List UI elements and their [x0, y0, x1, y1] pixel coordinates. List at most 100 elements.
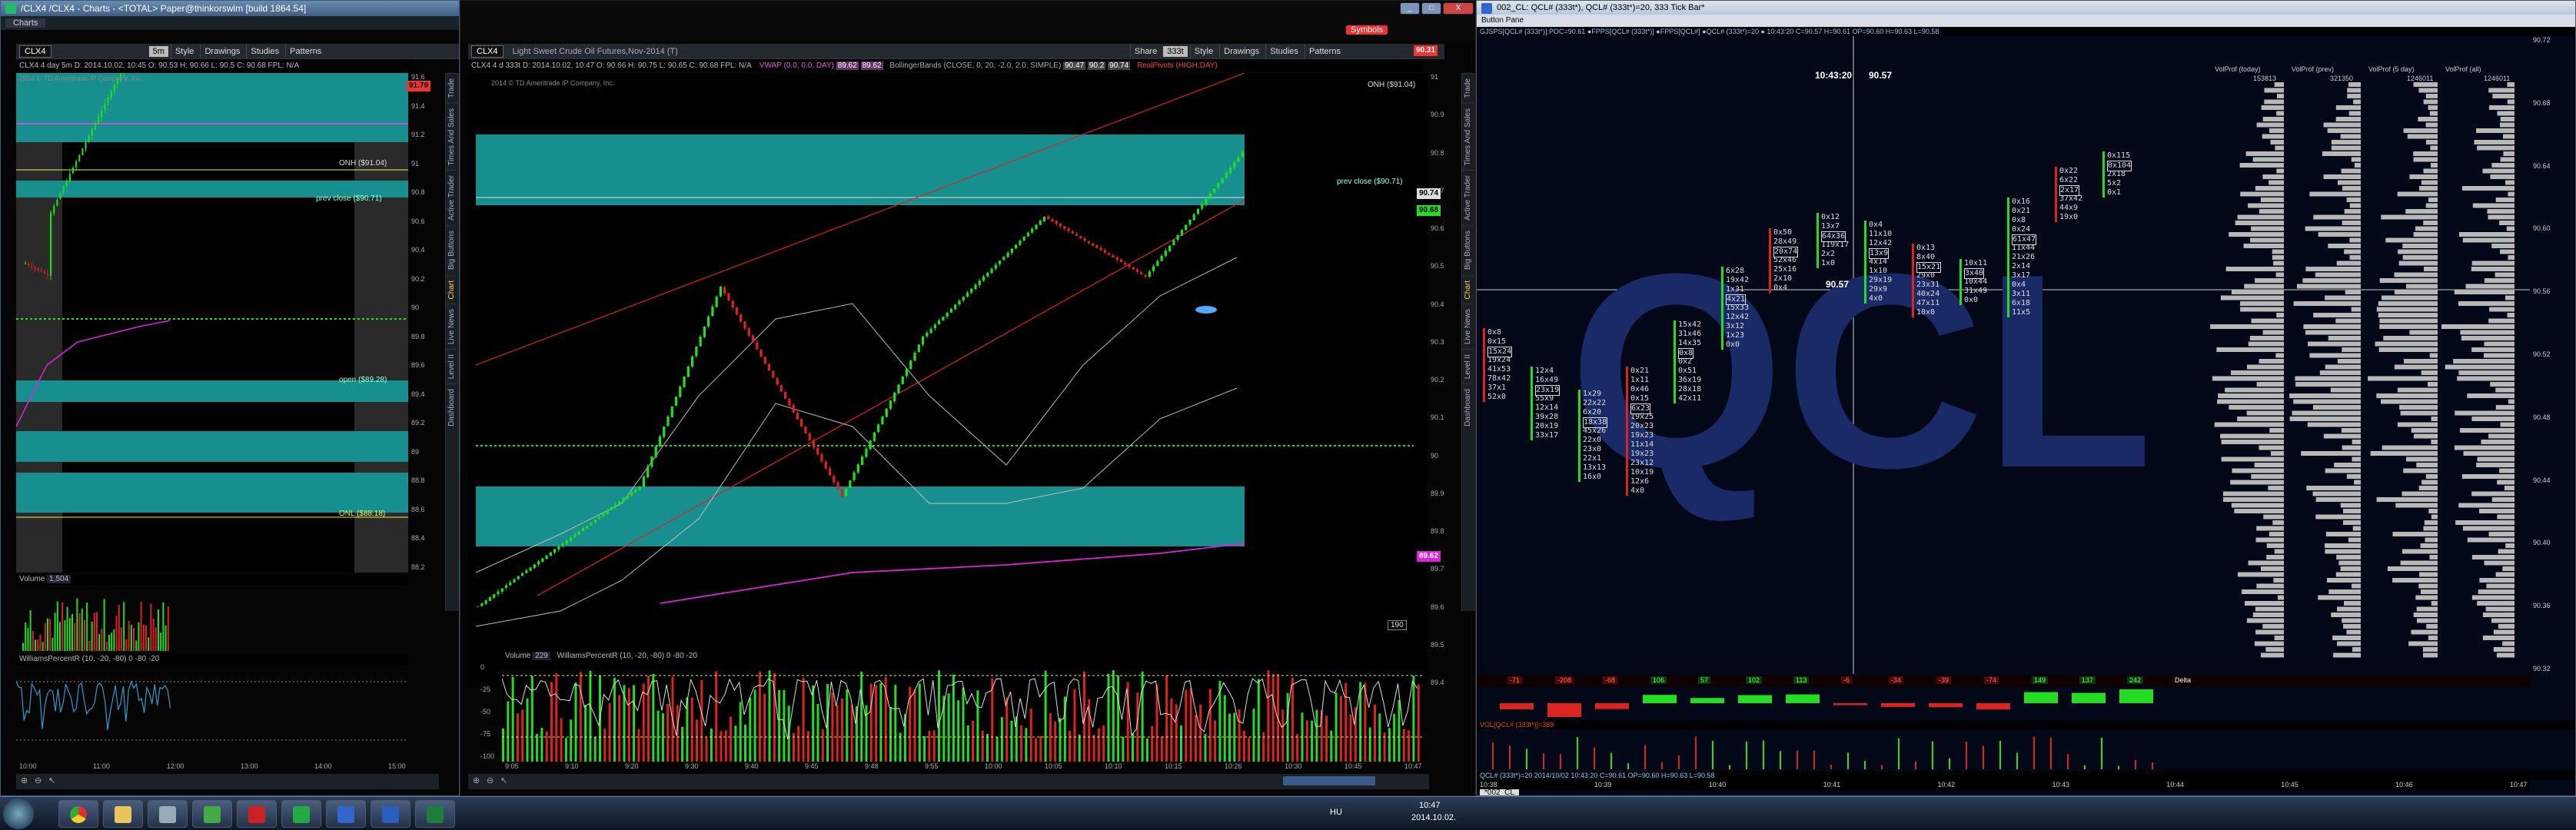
taskbar-app4[interactable]: [192, 800, 232, 828]
left-volume-bar: [108, 634, 110, 651]
left-tabbar: Charts: [1, 16, 459, 30]
ladder-cell: 119x17: [1821, 241, 1850, 249]
left-patterns-button[interactable]: Patterns: [285, 44, 325, 58]
volprof-bar-2: [2426, 624, 2438, 629]
vtab-live-news[interactable]: Live News: [446, 303, 457, 350]
cursor-icon[interactable]: ↖: [48, 775, 55, 785]
mid-volume-bar: [995, 736, 999, 762]
clock-date[interactable]: 2014.10.02.: [1411, 813, 1456, 822]
mid-vtab-dashboard[interactable]: Dashboard: [1462, 383, 1474, 432]
mid-patterns-button[interactable]: Patterns: [1304, 44, 1345, 58]
volprof-bar-2: [2428, 636, 2438, 640]
left-studies-button[interactable]: Studies: [246, 44, 283, 58]
mid-time-axis[interactable]: 9:05 9:10 9:20 9:30 9:40 9:45 9:48 9:55 10:00 10:…: [502, 762, 1424, 772]
taskbar-chrome[interactable]: [58, 800, 98, 828]
volprof-bar-2: [2431, 163, 2438, 168]
left-window-titlebar[interactable]: /CLX4 /CLX4 - Charts - <TOTAL> Paper@thi…: [1, 1, 459, 16]
minimize-button[interactable]: _: [1400, 2, 1420, 15]
mid-studies-button[interactable]: Studies: [1265, 44, 1302, 58]
zoom-in-icon[interactable]: ⊕: [21, 775, 28, 785]
fp-x-tick: 10:47: [2510, 781, 2528, 788]
vtab-trade[interactable]: Trade: [446, 73, 457, 103]
volprof-bar-3: [2445, 364, 2515, 370]
volprof-bar-2: [2431, 514, 2438, 520]
clock-time[interactable]: 10:47: [1419, 801, 1441, 810]
ladder-cell: 11x5: [2012, 308, 2031, 317]
left-drawings-button[interactable]: Drawings: [200, 44, 244, 58]
taskbar-app5[interactable]: [237, 800, 277, 828]
volprof-bar-0: [2256, 382, 2284, 387]
button-pane-menu[interactable]: Button Pane: [1481, 16, 1524, 25]
vtab-level2[interactable]: Level II: [446, 349, 457, 384]
left-symbol-box[interactable]: CLX4: [19, 45, 52, 58]
vtab-chart[interactable]: Chart: [446, 274, 457, 304]
symbols-button[interactable]: Symbols: [1346, 25, 1388, 35]
vtab-active-trader[interactable]: Active Trader: [446, 170, 457, 226]
footprint-titlebar[interactable]: 002_CL: QCL# (333t*), QCL# (333t*)=20, 3…: [1477, 1, 2575, 15]
zoom-out-icon[interactable]: ⊖: [35, 775, 42, 785]
taskbar-explorer[interactable]: [103, 800, 143, 828]
volprof-bar-1: [2349, 203, 2361, 208]
mid-candle: [808, 433, 811, 441]
close-button[interactable]: X: [1443, 2, 1474, 15]
left-price-axis[interactable]: 91.6 91.4 91.2 91 90.8 90.6 90.4 90.2 90 89.8 89.6…: [408, 73, 439, 573]
vtab-dashboard[interactable]: Dashboard: [446, 383, 457, 432]
mid-vtab-active-trader[interactable]: Active Trader: [1462, 170, 1474, 226]
tab-charts[interactable]: Charts: [5, 18, 46, 28]
taskbar-thinkorswim[interactable]: [281, 800, 321, 828]
mid-share-button[interactable]: Share: [1129, 44, 1161, 58]
taskbar-excel[interactable]: [415, 800, 455, 828]
volprof-bar-1: [2318, 595, 2361, 600]
vtab-big-buttons[interactable]: Big Buttons: [446, 225, 457, 275]
mid-vtab-trade[interactable]: Trade: [1462, 73, 1474, 103]
ladder-column-bar: [1531, 367, 1533, 440]
mid-drawings-button[interactable]: Drawings: [1219, 44, 1263, 58]
mid-symbol-box[interactable]: CLX4: [471, 45, 504, 58]
mid-candle: [493, 594, 496, 598]
volprof-bar-0: [2277, 595, 2284, 600]
mid-style-button[interactable]: Style: [1189, 44, 1217, 58]
mid-vtab-level2[interactable]: Level II: [1462, 349, 1474, 384]
mid-price-chart[interactable]: [468, 73, 1428, 688]
mid-cursor-icon[interactable]: ↖: [500, 775, 507, 785]
left-price-chart[interactable]: [16, 73, 408, 573]
footprint-price-axis[interactable]: 90.72 90.68 90.64 90.60 90.56 90.52 90.48 90.44…: [2530, 36, 2574, 674]
taskbar-word[interactable]: [371, 800, 410, 828]
language-indicator[interactable]: HU: [1330, 808, 1342, 817]
mid-candle: [1075, 234, 1079, 236]
mid-williams-val1: -80: [673, 652, 684, 660]
mid-interval-button[interactable]: 333t: [1163, 46, 1188, 57]
mid-scrollbar[interactable]: [1283, 776, 1375, 785]
mid-vtab-live-news[interactable]: Live News: [1462, 303, 1474, 350]
maximize-button[interactable]: □: [1421, 2, 1441, 15]
taskbar-calculator[interactable]: [148, 800, 188, 828]
left-y-tick: 91.4: [411, 101, 425, 110]
delta-value: -74: [1984, 676, 1999, 684]
mid-candle: [833, 476, 836, 483]
left-interval-button[interactable]: 5m: [148, 46, 168, 57]
vtab-times-sales[interactable]: Times And Sales: [446, 102, 457, 171]
mid-vtab-times-sales[interactable]: Times And Sales: [1462, 102, 1474, 171]
start-button[interactable]: [3, 798, 34, 829]
footprint-app-icon: [1481, 3, 1492, 14]
footprint-tab[interactable]: *002_CL: [1480, 789, 1519, 795]
mid-zoom-out-icon[interactable]: ⊖: [487, 775, 494, 785]
mid-volume-bar: [1325, 715, 1328, 762]
volprof-bar-0: [2239, 163, 2284, 168]
volprof-bar-2: [2394, 272, 2438, 277]
mid-vtab-chart[interactable]: Chart: [1462, 274, 1474, 304]
mid-volume-bar: [976, 690, 979, 762]
volprof-bar-0: [2240, 301, 2284, 306]
volprof-bar-1: [2342, 509, 2361, 513]
volprof-bar-1: [2349, 237, 2361, 243]
mid-price-axis[interactable]: 9190.990.890.790.690.590.490.390.290.190…: [1428, 73, 1461, 688]
mid-zoom-in-icon[interactable]: ⊕: [473, 775, 480, 785]
mid-vtab-big-buttons[interactable]: Big Buttons: [1462, 225, 1474, 275]
left-candle: [59, 193, 61, 199]
left-style-button[interactable]: Style: [170, 44, 198, 58]
left-time-axis[interactable]: 10:00 11:00 12:00 13:00 14:00 15:00: [16, 762, 408, 772]
left-candle: [53, 206, 55, 214]
footprint-time-axis[interactable]: 10:38 10:39 10:40 10:41 10:42 10:43 10:44 10:45…: [1477, 780, 2530, 791]
left-volume-bar: [91, 621, 93, 651]
taskbar-app7[interactable]: [326, 800, 366, 828]
